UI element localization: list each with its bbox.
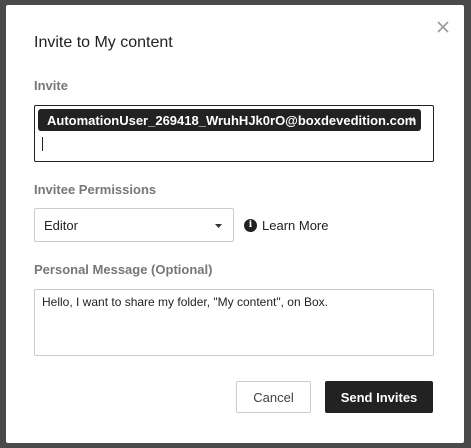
recipient-email: AutomationUser_269418_WruhHJk0rO@boxdeve… xyxy=(47,112,417,128)
send-invites-button[interactable]: Send Invites xyxy=(325,381,433,413)
close-icon[interactable] xyxy=(434,18,452,36)
invite-dialog: Invite to My content Invite AutomationUs… xyxy=(6,5,464,443)
recipient-pill: AutomationUser_269418_WruhHJk0rO@boxdeve… xyxy=(38,109,421,131)
permission-select[interactable]: Editor xyxy=(34,208,234,242)
dialog-title: Invite to My content xyxy=(34,34,173,51)
message-label: Personal Message (Optional) xyxy=(34,262,213,277)
invite-label: Invite xyxy=(34,78,68,93)
learn-more-link[interactable]: i Learn More xyxy=(244,217,328,233)
permissions-label: Invitee Permissions xyxy=(34,182,157,197)
info-icon: i xyxy=(244,218,257,232)
caret-down-icon xyxy=(215,224,222,228)
text-caret xyxy=(42,137,43,151)
personal-message-input[interactable]: Hello, I want to share my folder, "My co… xyxy=(34,289,434,356)
invite-recipients-field[interactable]: AutomationUser_269418_WruhHJk0rO@boxdeve… xyxy=(34,105,434,162)
cancel-button[interactable]: Cancel xyxy=(236,381,311,413)
permission-selected-value: Editor xyxy=(44,218,78,233)
learn-more-text: Learn More xyxy=(262,217,329,233)
remove-recipient-button[interactable]: × xyxy=(406,109,418,131)
